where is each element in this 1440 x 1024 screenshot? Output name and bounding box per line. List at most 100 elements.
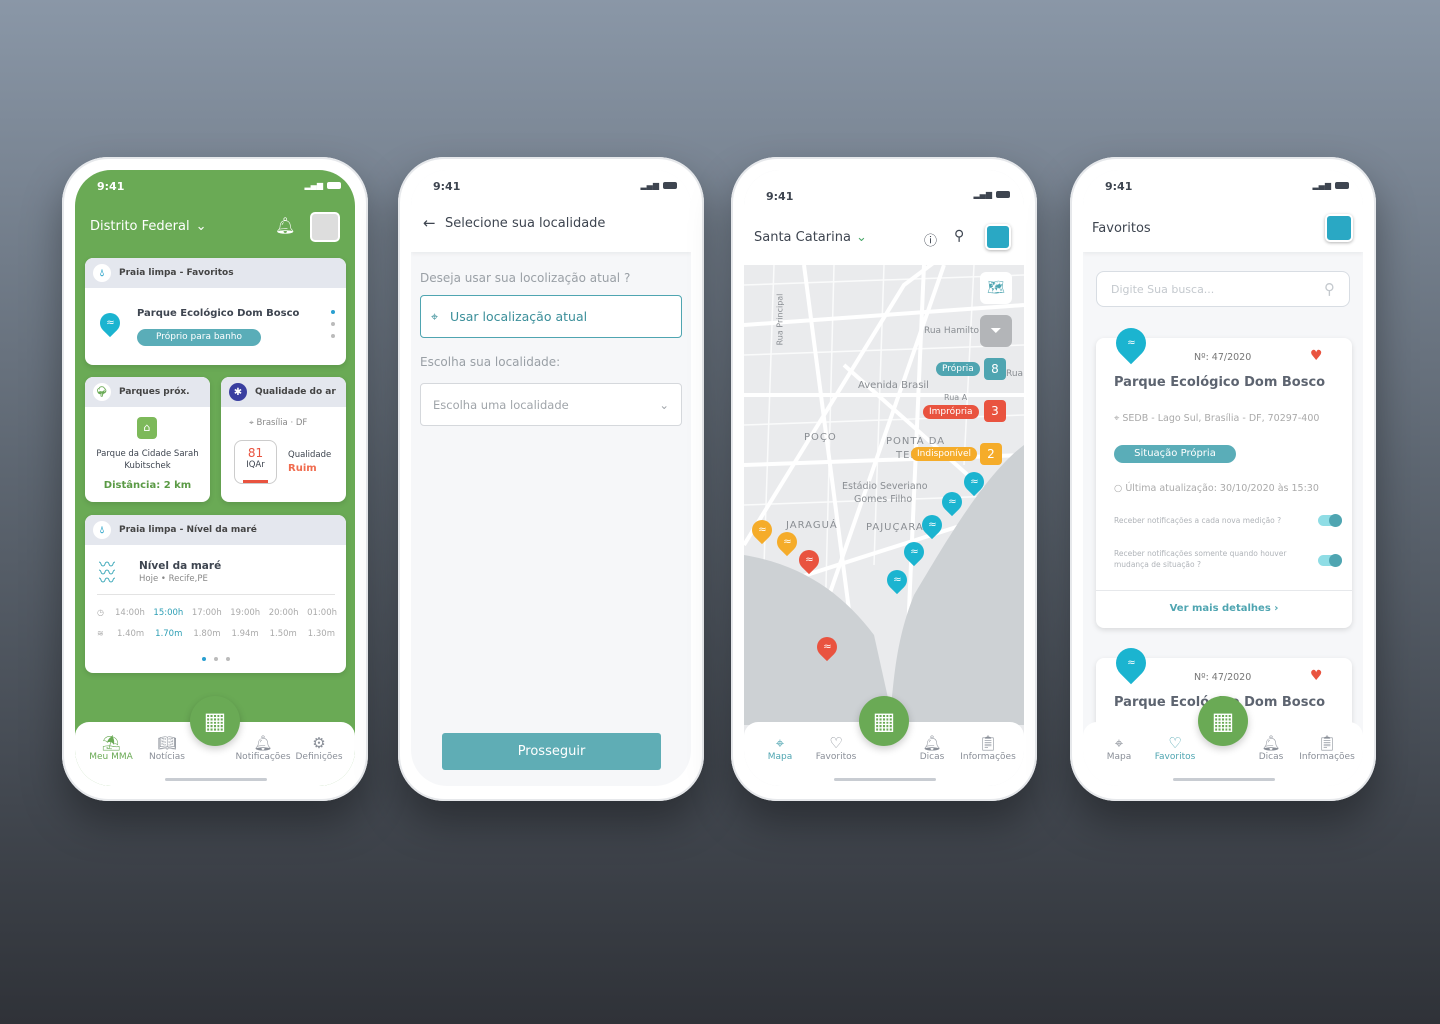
map-icon: 🗺︎ <box>987 280 1005 296</box>
phone-favorites: 9:41 ▂▄▆ Favoritos Digite Sua busca... ⚲ … <box>1070 157 1376 801</box>
search-placeholder: Digite Sua busca... <box>1111 282 1215 296</box>
bell-icon: 🔔︎ <box>1261 734 1281 752</box>
search-icon[interactable]: ⚲ <box>954 228 964 244</box>
card-header: Parques próx. <box>119 387 190 397</box>
air-quality-card[interactable]: ✱ Qualidade do ar ⌖ Brasília · DF 81 IQAr… <box>221 377 346 502</box>
legend-propria[interactable]: Própria <box>936 362 980 376</box>
details-link[interactable]: Ver mais detalhes › <box>1096 603 1352 614</box>
proceed-button[interactable]: Prosseguir <box>442 733 661 770</box>
status-badge: Situação Própria <box>1114 445 1236 463</box>
home-indicator <box>834 778 936 781</box>
nav-label: Informações <box>960 752 1016 762</box>
count-impropria[interactable]: 3 <box>984 400 1006 422</box>
gear-icon: ⚙︎ <box>312 734 326 752</box>
heart-icon: ♡ <box>829 734 843 752</box>
nav-informacoes[interactable]: 📋︎ Informações <box>1299 734 1355 786</box>
nav-mapa[interactable]: ⌖ Mapa <box>1091 734 1147 786</box>
place-name: Parque Ecológico Dom Bosco <box>1114 375 1326 390</box>
notify-change-toggle[interactable] <box>1318 554 1342 567</box>
chevron-down-icon: ⌄ <box>855 230 867 245</box>
address-text: SEDB - Lago Sul, Brasília - DF, 70297-40… <box>1122 413 1320 424</box>
park-distance: Distância: 2 km <box>103 480 192 491</box>
tide-time: 20:00h <box>268 608 299 618</box>
search-input[interactable]: Digite Sua busca... ⚲ <box>1096 271 1350 307</box>
select-placeholder: Escolha uma localidade <box>433 397 569 412</box>
district-label: POÇO <box>804 432 837 443</box>
bottom-nav: ▦ ⌖ Mapa ♡ Favoritos 🔔︎ Dicas 📋︎ Informações <box>744 696 1024 786</box>
region-selector[interactable]: Santa Catarina ⌄ <box>754 230 867 245</box>
aqi-value: 81 <box>247 446 264 460</box>
tide-level: 1.94m <box>231 629 259 639</box>
map-pin-icon: ⌖ <box>775 734 785 752</box>
location-label: Brasília · DF <box>256 418 308 428</box>
notify-change-label: Receber notificações somente quando houv… <box>1114 549 1287 569</box>
nav-label: Dicas <box>919 752 945 762</box>
clock-icon: ◷ <box>97 608 104 617</box>
quality-label: Qualidade <box>288 450 332 460</box>
dashboard-button[interactable]: ▦ <box>1198 696 1248 746</box>
status-icons: ▂▄▆ <box>641 181 677 190</box>
dashboard-button[interactable]: ▦ <box>190 696 240 746</box>
aqi-box: 81 IQAr <box>234 440 277 484</box>
use-location-button[interactable]: ⌖ Usar localização atual <box>420 295 682 338</box>
tide-card[interactable]: 💧︎ Praia limpa - Nível da maré 〰〰〰 Nível … <box>85 515 346 673</box>
nav-mapa[interactable]: ⌖ Mapa <box>752 734 808 786</box>
street-label: Avenida Brasil <box>858 380 929 391</box>
last-updated-text: Última atualização: 30/10/2020 às 15:30 <box>1125 483 1319 494</box>
heart-filled-icon[interactable]: ♥ <box>1310 668 1323 684</box>
street-label: Rua Hamilto <box>924 326 980 336</box>
address: ⌖ SEDB - Lago Sul, Brasília - DF, 70297-… <box>1114 413 1319 424</box>
nav-label: Definições <box>295 752 343 762</box>
heart-filled-icon[interactable]: ♥ <box>1310 348 1323 364</box>
bottom-nav: ▦ ⛱︎ Meu MMA 📖︎ Notícias 🔔︎ Notificações ⚙︎… <box>75 696 355 786</box>
clipboard-icon: 📋︎ <box>978 734 998 752</box>
crosshair-icon: ⌖ <box>431 308 439 324</box>
book-icon: 📖︎ <box>157 734 177 752</box>
street-label: Rua Principal <box>775 293 785 346</box>
back-arrow-icon[interactable]: ← <box>423 214 436 232</box>
locality-select[interactable]: Escolha uma localidade ⌄ <box>420 383 682 426</box>
place-label: Gomes Filho <box>854 494 913 505</box>
nav-label: Informações <box>1299 752 1355 762</box>
filter-button[interactable]: ⏷ <box>980 315 1012 347</box>
status-icons: ▂▄▆ <box>974 190 1010 199</box>
status-time: 9:41 <box>766 190 794 203</box>
parks-card[interactable]: 🌳︎ Parques próx. ⌂ Parque da Cidade Sarah… <box>85 377 210 502</box>
tide-times-row: 14:00h 15:00h 17:00h 19:00h 20:00h 01:00h <box>115 608 337 618</box>
tide-time: 19:00h <box>230 608 261 618</box>
nav-label: Favoritos <box>1154 752 1196 762</box>
page-title: Favoritos <box>1092 221 1151 236</box>
pager-dots[interactable] <box>202 657 230 661</box>
avatar[interactable] <box>310 212 340 242</box>
place-label: Estádio Severiano <box>842 481 928 492</box>
avatar[interactable] <box>1325 214 1353 242</box>
nav-definicoes[interactable]: ⚙︎ Definições <box>291 734 347 786</box>
nav-meu-mma[interactable]: ⛱︎ Meu MMA <box>83 734 139 786</box>
record-number: Nº: 47/2020 <box>1194 672 1252 683</box>
header: 9:41 ▂▄▆ Santa Catarina ⌄ ⓘ ⚲ <box>744 170 1024 265</box>
dashboard-button[interactable]: ▦ <box>859 696 909 746</box>
bottom-nav: ▦ ⌖ Mapa ♡ Favoritos 🔔︎ Dicas 📋︎ Informações <box>1083 696 1363 786</box>
region-selector[interactable]: Distrito Federal ⌄ <box>90 219 206 234</box>
chevron-right-icon: › <box>1274 603 1279 614</box>
island-icon: ⛱︎ <box>101 734 121 752</box>
count-indisponivel[interactable]: 2 <box>980 443 1002 465</box>
favorite-card[interactable]: ≈ Nº: 47/2020 ♥ Parque Ecológico Dom Bos… <box>1096 321 1352 628</box>
nav-informacoes[interactable]: 📋︎ Informações <box>960 734 1016 786</box>
avatar[interactable] <box>985 224 1011 250</box>
info-icon[interactable]: ⓘ <box>924 230 937 249</box>
park-name: Parque da Cidade Sarah Kubitschek <box>96 449 199 471</box>
pager-dots[interactable] <box>331 310 335 350</box>
bell-icon[interactable]: 🔔︎ <box>275 216 295 235</box>
tide-levels-row: 1.40m 1.70m 1.80m 1.94m 1.50m 1.30m <box>117 629 335 639</box>
count-propria[interactable]: 8 <box>984 358 1006 380</box>
legend-impropria[interactable]: Imprópria <box>923 405 979 419</box>
favorites-card[interactable]: 💧︎ Praia limpa - Favoritos ≈ Parque Ecoló… <box>85 258 346 365</box>
tide-time: 15:00h <box>153 608 184 618</box>
map-layers-button[interactable]: 🗺︎ <box>980 272 1012 304</box>
street-label: Rua <box>1006 369 1024 379</box>
notify-each-toggle[interactable] <box>1318 514 1342 527</box>
favorites-screen: 9:41 ▂▄▆ Favoritos Digite Sua busca... ⚲ … <box>1083 170 1363 786</box>
legend-indisponivel[interactable]: Indisponível <box>911 447 978 461</box>
card-header: Qualidade do ar <box>255 387 336 397</box>
